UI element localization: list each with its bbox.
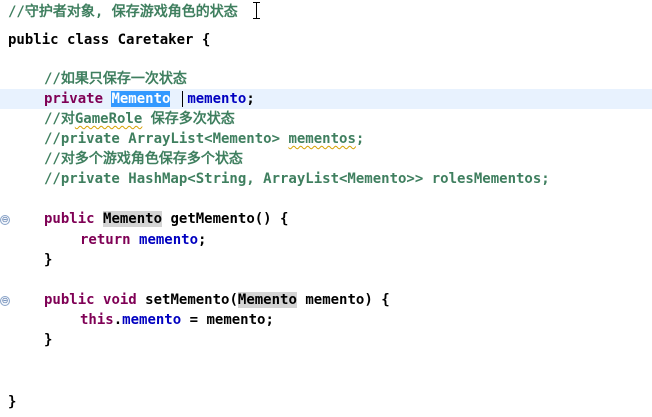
comment-part: //对 [44, 111, 75, 127]
code-line[interactable]: return memento; [0, 230, 652, 250]
field-name: memento [187, 91, 247, 107]
fold-collapse-icon[interactable]: ⊖ [0, 296, 10, 306]
code-line[interactable]: } [0, 250, 652, 270]
code-line[interactable]: } [0, 330, 652, 350]
class-name: Caretaker [117, 32, 194, 48]
return-statement: return memento; [80, 230, 206, 250]
field-name: memento [122, 312, 182, 328]
keyword-return: return [80, 232, 131, 248]
comment-spellcheck-word: mementos [288, 131, 356, 147]
dot: . [113, 312, 123, 328]
code-line[interactable]: //对多个游戏角色保存多个状态 [0, 149, 652, 169]
occurrence-type-memento: Memento [237, 292, 297, 308]
semicolon: ; [198, 232, 207, 248]
comment-spellcheck-word: GameRole [74, 111, 143, 127]
method-signature: getMemento() { [170, 211, 289, 227]
keyword-public: public [44, 211, 95, 227]
keyword-void: void [103, 292, 137, 308]
comment-text: //private HashMap<String, ArrayList<Meme… [44, 171, 550, 187]
code-line[interactable]: //如果只保存一次状态 [0, 69, 652, 89]
code-line[interactable]: ⊖ public Memento getMemento() { [0, 209, 652, 229]
selected-type-memento[interactable]: Memento [111, 91, 171, 107]
code-line[interactable]: //守护者对象, 保存游戏角色的状态 [0, 2, 652, 22]
comment-part: ; [355, 131, 365, 147]
open-brace: { [201, 32, 211, 48]
comment-text: //如果只保存一次状态 [44, 71, 187, 87]
keyword-this: this [80, 312, 114, 328]
comment-text: //对GameRole 保存多次状态 [44, 109, 235, 129]
assignment-rhs: = memento; [181, 312, 274, 328]
code-line-current[interactable]: private Memento memento; [0, 89, 652, 109]
comment-text: //对多个游戏角色保存多个状态 [44, 151, 243, 167]
occurrence-type-memento: Memento [103, 211, 163, 227]
comment-part: //private ArrayList<Memento> [44, 131, 289, 147]
keyword-class: class [67, 32, 110, 48]
code-editor[interactable]: //守护者对象, 保存游戏角色的状态 public class Caretake… [0, 0, 652, 417]
code-line[interactable]: ⊖ public void setMemento(Memento memento… [0, 290, 652, 310]
class-close-brace: } [8, 394, 17, 410]
code-line[interactable]: //private HashMap<String, ArrayList<Meme… [0, 169, 652, 189]
code-line[interactable]: //对GameRole 保存多次状态 [0, 109, 652, 129]
fold-collapse-icon[interactable]: ⊖ [0, 215, 10, 225]
keyword-private: private [44, 91, 104, 107]
close-brace: } [44, 252, 53, 268]
class-declaration: public class Caretaker { [8, 30, 210, 50]
code-line[interactable]: } [0, 392, 652, 412]
semicolon: ; [246, 91, 255, 107]
comment-part: 保存多次状态 [142, 111, 235, 127]
text-caret [182, 91, 183, 107]
assignment-statement: this.memento = memento; [80, 310, 274, 330]
method-name: setMemento( [145, 292, 238, 308]
field-name: memento [139, 232, 199, 248]
code-line[interactable]: this.memento = memento; [0, 310, 652, 330]
method-declaration: public void setMemento(Memento memento) … [44, 290, 390, 310]
field-declaration: private Memento memento; [44, 89, 255, 109]
close-brace: } [44, 332, 53, 348]
comment-text: //private ArrayList<Memento> mementos; [44, 129, 364, 149]
code-line[interactable]: //private ArrayList<Memento> mementos; [0, 129, 652, 149]
code-line[interactable]: public class Caretaker { [0, 30, 652, 50]
keyword-public: public [44, 292, 95, 308]
method-declaration: public Memento getMemento() { [44, 209, 288, 229]
keyword-public: public [8, 32, 59, 48]
comment-text: //守护者对象, 保存游戏角色的状态 [8, 4, 238, 20]
method-params: memento) { [305, 292, 390, 308]
